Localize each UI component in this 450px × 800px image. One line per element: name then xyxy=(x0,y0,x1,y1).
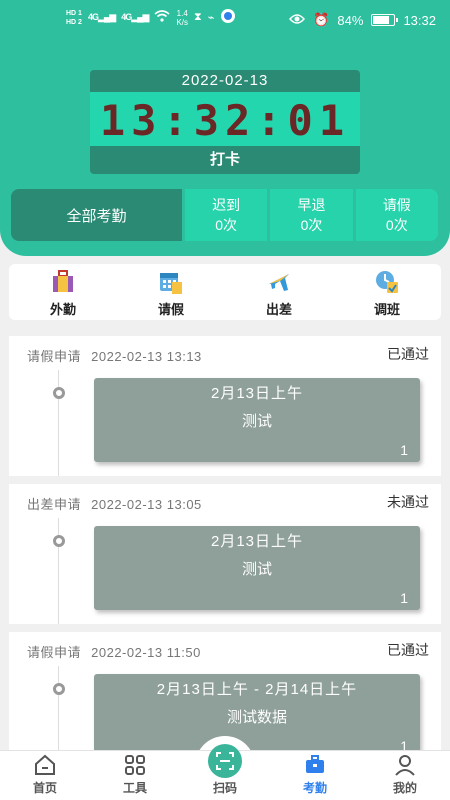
quick-action-leave[interactable]: 请假 xyxy=(117,264,225,320)
record-count: 1 xyxy=(400,738,408,750)
punch-clock[interactable]: 2022-02-13 13:32:01 打卡 xyxy=(90,70,360,174)
record-header: 出差申请 2022-02-13 13:05 xyxy=(27,494,202,513)
timeline-line xyxy=(58,518,59,624)
hourglass-icon: ⧗ xyxy=(194,11,202,23)
grid-icon xyxy=(125,755,145,775)
app-notification-icon xyxy=(220,8,236,27)
nav-mine[interactable]: 我的 xyxy=(360,751,450,800)
record-type: 出差申请 xyxy=(27,497,82,512)
quick-action-field-work[interactable]: 外勤 xyxy=(9,264,117,320)
hd2-label: HD 2 xyxy=(66,18,82,26)
usb-icon: ⌁ xyxy=(207,12,215,24)
nav-mine-label: 我的 xyxy=(392,781,417,795)
timeline-dot xyxy=(53,683,65,695)
nav-tools-label: 工具 xyxy=(122,781,147,795)
record-type: 请假申请 xyxy=(27,645,82,660)
hd1-label: HD 1 xyxy=(66,9,82,17)
record-card[interactable]: 2月13日上午 测试 1 xyxy=(94,378,420,462)
attendance-stats: 全部考勤 迟到 0次 早退 0次 请假 0次 xyxy=(11,189,438,241)
record-title: 2月13日上午 xyxy=(210,385,304,402)
record-status: 已通过 xyxy=(387,642,429,658)
timeline-dot xyxy=(53,535,65,547)
stat-late-value: 0次 xyxy=(215,217,238,233)
hd-indicator: HD 1 HD 2 xyxy=(66,9,82,27)
airplane-icon xyxy=(269,274,289,291)
nav-scan-label: 扫码 xyxy=(212,781,237,795)
calendar-icon xyxy=(160,273,182,294)
nav-attendance-label: 考勤 xyxy=(302,781,327,795)
record-desc: 测试 xyxy=(241,413,272,430)
record-title: 2月13日上午 - 2月14日上午 xyxy=(156,681,358,698)
nav-home-label: 首页 xyxy=(32,781,57,795)
punch-button[interactable]: 打卡 xyxy=(90,148,360,169)
stat-late[interactable]: 迟到 0次 xyxy=(185,189,268,241)
alarm-icon: ⏰ xyxy=(313,12,330,27)
quick-action-business-trip[interactable]: 出差 xyxy=(225,264,333,320)
quick-action-label: 外勤 xyxy=(49,302,76,317)
record-desc: 测试 xyxy=(241,561,272,578)
quick-action-shift-swap[interactable]: 调班 xyxy=(333,264,441,320)
stat-early-leave[interactable]: 早退 0次 xyxy=(270,189,353,241)
timeline-dot xyxy=(53,387,65,399)
record-card[interactable]: 2月13日上午 - 2月14日上午 测试数据 1 xyxy=(94,674,420,750)
luggage-icon xyxy=(53,270,73,292)
stat-leave-value: 0次 xyxy=(385,217,408,233)
record-status: 已通过 xyxy=(387,346,429,362)
record-item[interactable]: 请假申请 2022-02-13 11:50 已通过 2月13日上午 - 2月14… xyxy=(9,632,441,750)
battery-percent: 84% xyxy=(337,12,364,28)
eye-icon xyxy=(289,13,306,28)
record-item[interactable]: 请假申请 2022-02-13 13:13 已通过 2月13日上午 测试 1 xyxy=(9,336,441,476)
status-bar: HD 1 HD 2 4G▂▄▆ 4G▂▄▆ 1.4 K/s ⧗ ⌁ ⏰ 84% xyxy=(0,0,450,44)
schedule-swap-icon xyxy=(376,271,398,293)
nav-home[interactable]: 首页 xyxy=(0,751,90,800)
stat-leave[interactable]: 请假 0次 xyxy=(355,189,438,241)
wifi-icon xyxy=(154,10,170,25)
nav-attendance[interactable]: 考勤 xyxy=(270,751,360,800)
signal-icon: 4G▂▄▆ xyxy=(87,12,116,22)
stat-leave-label: 请假 xyxy=(382,197,411,213)
nav-tools[interactable]: 工具 xyxy=(90,751,180,800)
record-title: 2月13日上午 xyxy=(210,533,304,550)
signal-icon-2: 4G▂▄▆ xyxy=(121,12,149,22)
attendance-header: HD 1 HD 2 4G▂▄▆ 4G▂▄▆ 1.4 K/s ⧗ ⌁ ⏰ 84% xyxy=(0,0,450,256)
clock-face: 13:32:01 xyxy=(90,92,360,146)
status-time: 13:32 xyxy=(403,12,436,28)
quick-actions: 外勤 请假 出差 调班 xyxy=(9,264,441,320)
quick-action-label: 出差 xyxy=(265,302,292,317)
stat-early-leave-label: 早退 xyxy=(297,197,326,213)
record-count: 1 xyxy=(400,442,408,458)
scan-icon xyxy=(216,752,234,770)
timeline-line xyxy=(58,666,59,750)
record-type: 请假申请 xyxy=(27,349,82,364)
quick-action-label: 请假 xyxy=(157,302,184,317)
stat-late-label: 迟到 xyxy=(212,197,241,213)
home-icon xyxy=(35,754,55,775)
record-datetime: 2022-02-13 13:13 xyxy=(91,349,202,364)
record-header: 请假申请 2022-02-13 11:50 xyxy=(27,642,201,661)
clock-date: 2022-02-13 xyxy=(181,72,269,89)
timeline-line xyxy=(58,370,59,476)
record-card[interactable]: 2月13日上午 测试 1 xyxy=(94,526,420,610)
user-icon xyxy=(395,755,415,776)
battery-icon xyxy=(371,14,399,26)
record-datetime: 2022-02-13 11:50 xyxy=(91,645,201,660)
record-count: 1 xyxy=(400,590,408,606)
briefcase-icon xyxy=(306,755,324,773)
quick-action-label: 调班 xyxy=(373,302,400,317)
record-datetime: 2022-02-13 13:05 xyxy=(91,497,202,512)
scan-button[interactable] xyxy=(208,744,242,778)
network-speed: 1.4 K/s xyxy=(176,8,189,27)
all-attendance-tab[interactable]: 全部考勤 xyxy=(11,189,182,241)
record-status: 未通过 xyxy=(387,494,429,510)
record-item[interactable]: 出差申请 2022-02-13 13:05 未通过 2月13日上午 测试 1 xyxy=(9,484,441,624)
clock-time: 13:32:01 xyxy=(99,96,351,145)
record-desc: 测试数据 xyxy=(226,709,287,726)
application-records: 请假申请 2022-02-13 13:13 已通过 2月13日上午 测试 1 出… xyxy=(9,336,441,750)
stat-early-leave-value: 0次 xyxy=(300,217,323,233)
record-header: 请假申请 2022-02-13 13:13 xyxy=(27,346,202,365)
